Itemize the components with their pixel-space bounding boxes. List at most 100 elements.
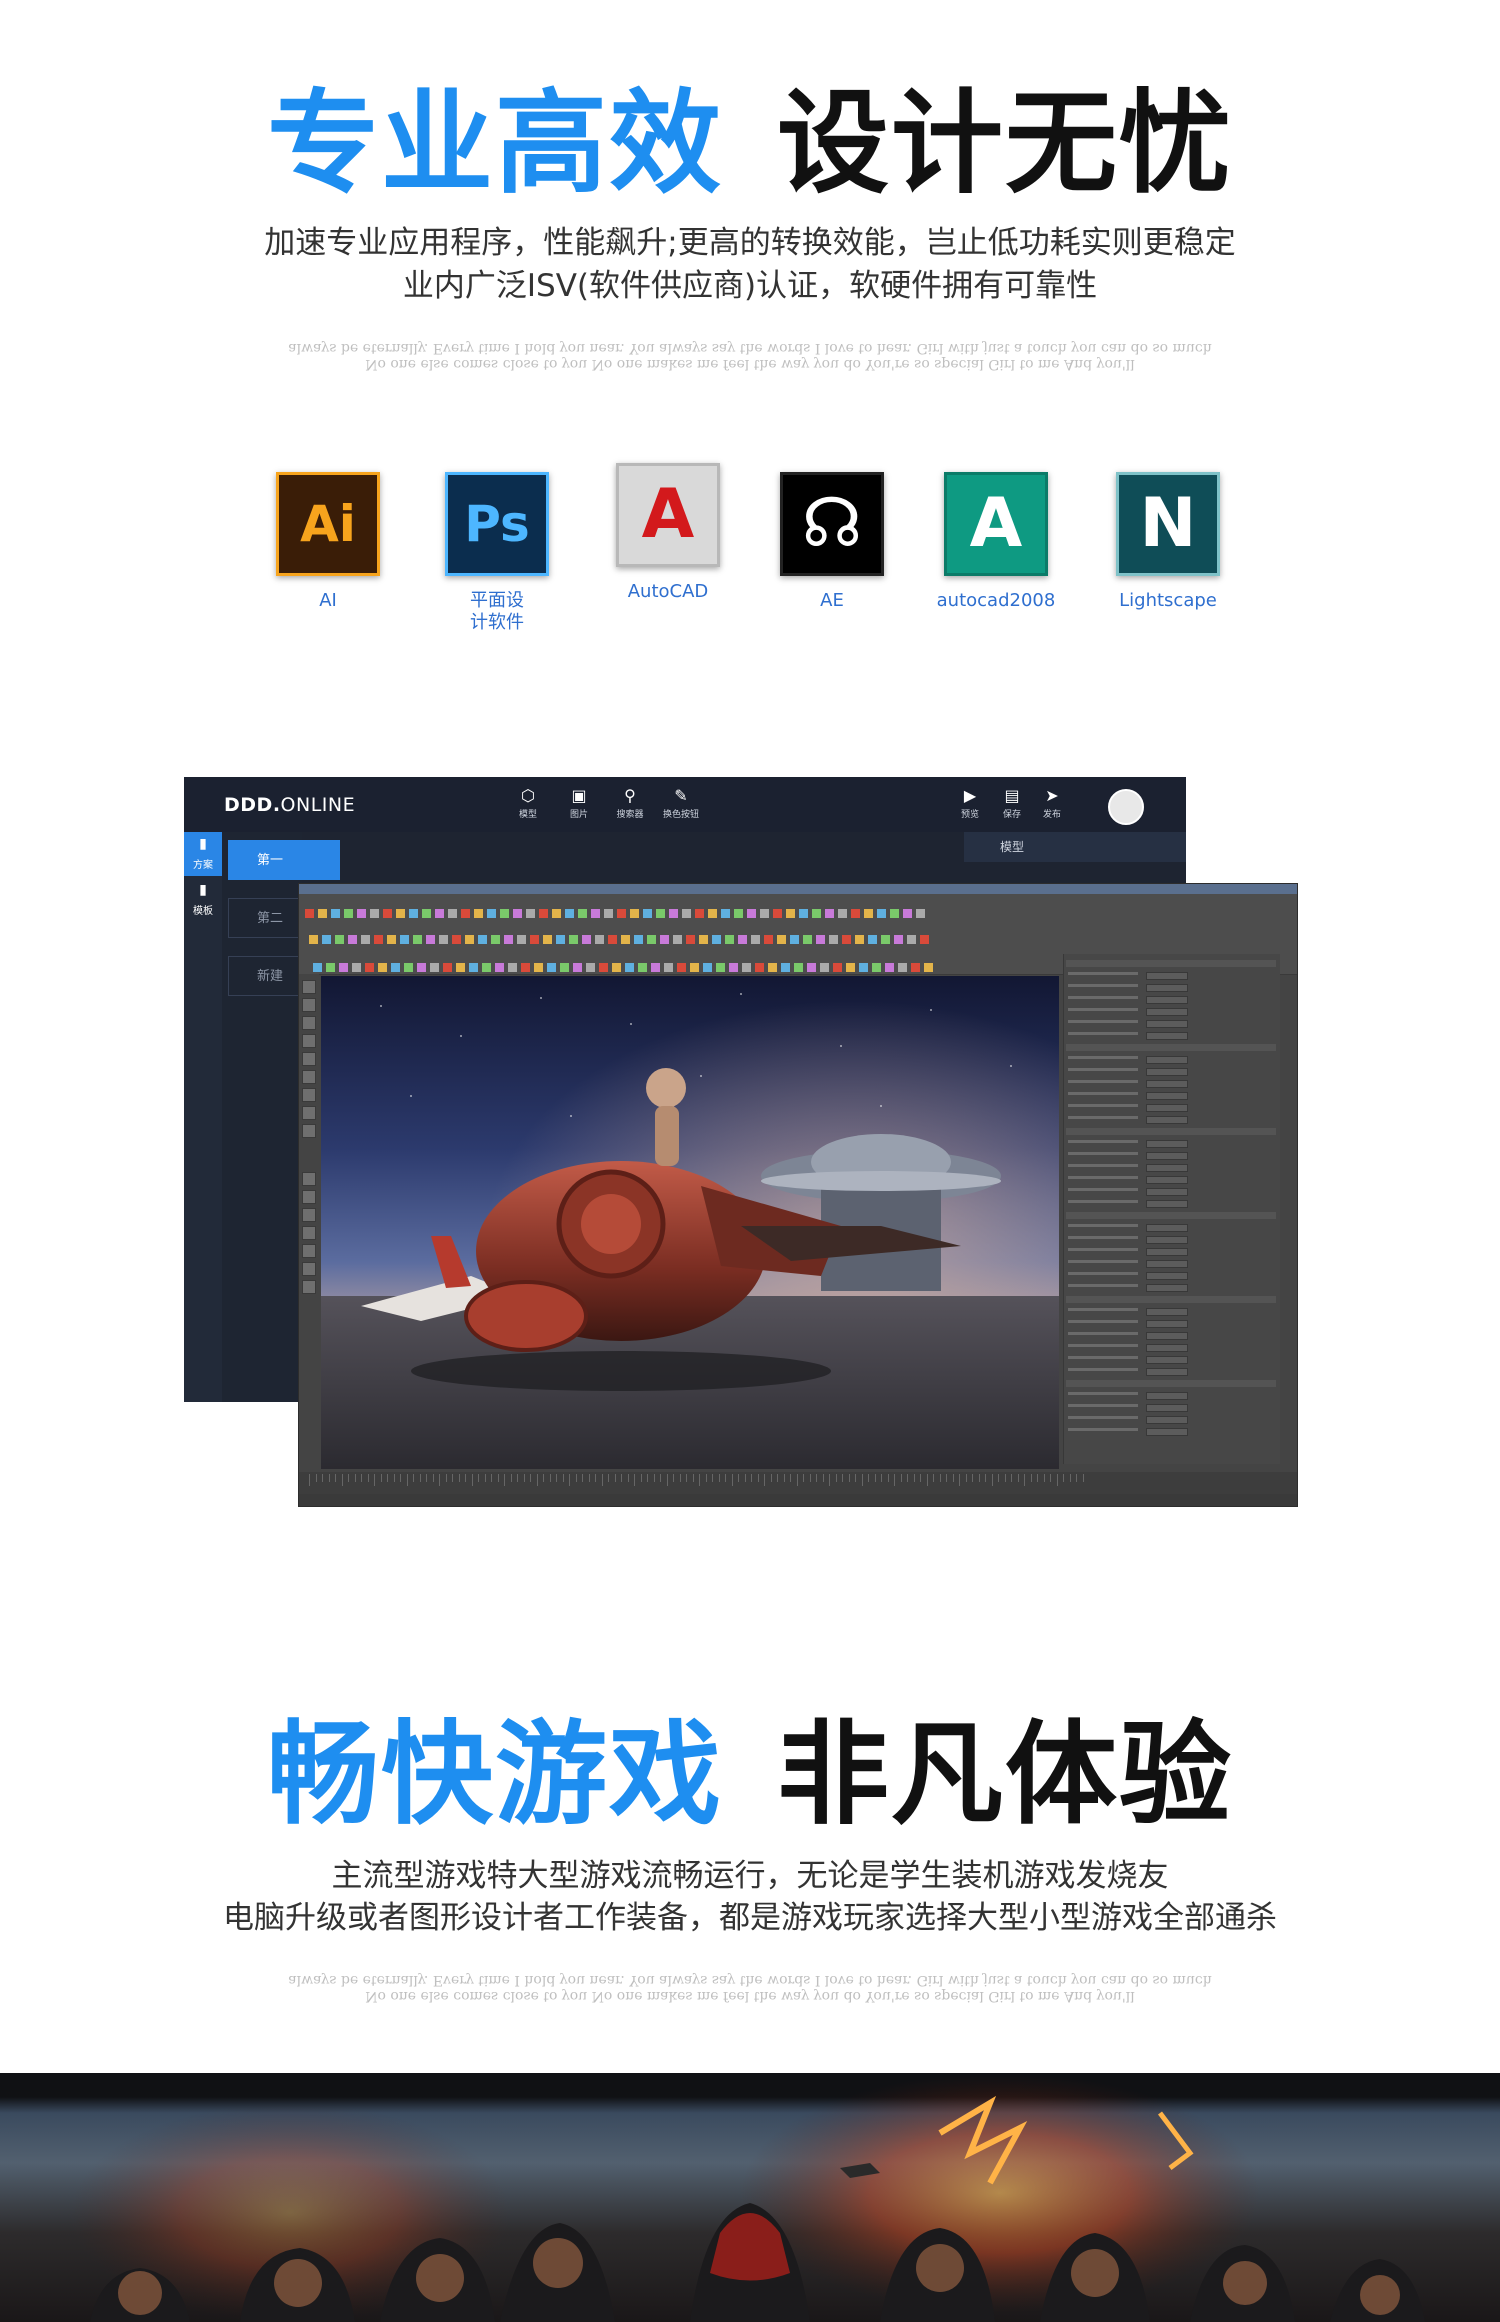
shelf-tool-icon[interactable] [339,963,348,972]
toolbox-tool-icon[interactable] [302,1280,316,1294]
shelf-tool-icon[interactable] [747,909,756,918]
toolbox-tool-icon[interactable] [302,1070,316,1084]
attribute-row[interactable] [1068,1056,1274,1064]
shelf-tool-icon[interactable] [742,963,751,972]
attribute-row[interactable] [1068,1308,1274,1316]
shelf-tool-icon[interactable] [608,935,617,944]
shelf-tool-icon[interactable] [560,963,569,972]
toolbox-tool-icon[interactable] [302,1034,316,1048]
maya-timeline[interactable] [299,1472,1297,1494]
model-button[interactable]: ⬡ 模型 [506,785,550,820]
shelf-tool-icon[interactable] [478,935,487,944]
shelf-tool-icon[interactable] [573,963,582,972]
shelf-tool-icon[interactable] [508,963,517,972]
shelf-tool-icon[interactable] [430,963,439,972]
toolbox-tool-icon[interactable] [302,1172,316,1186]
shelf-tool-icon[interactable] [777,935,786,944]
toolbox-tool-icon[interactable] [302,1208,316,1222]
shelf-tool-icon[interactable] [435,909,444,918]
shelf-tool-icon[interactable] [703,963,712,972]
shelf-tool-icon[interactable] [534,963,543,972]
shelf-tool-icon[interactable] [794,963,803,972]
shelf-tool-icon[interactable] [469,963,478,972]
attribute-section-header[interactable] [1066,1296,1276,1303]
shelf-tool-icon[interactable] [842,935,851,944]
shelf-tool-icon[interactable] [448,909,457,918]
shelf-tool-icon[interactable] [677,963,686,972]
shelf-tool-icon[interactable] [313,963,322,972]
attribute-row[interactable] [1068,1176,1274,1184]
shelf-tool-icon[interactable] [491,935,500,944]
shelf-tool-icon[interactable] [617,909,626,918]
shelf-tool-icon[interactable] [305,909,314,918]
toolbox-tool-icon[interactable] [302,1262,316,1276]
shelf-tool-icon[interactable] [482,963,491,972]
attribute-row[interactable] [1068,1032,1274,1040]
toolbox-tool-icon[interactable] [302,1106,316,1120]
attribute-row[interactable] [1068,1092,1274,1100]
shelf-tool-icon[interactable] [851,909,860,918]
shelf-tool-icon[interactable] [318,909,327,918]
shelf-tool-icon[interactable] [634,935,643,944]
shelf-tool-icon[interactable] [924,963,933,972]
shelf-tool-icon[interactable] [894,935,903,944]
maya-range-slider[interactable] [299,1494,1297,1506]
attribute-section-header[interactable] [1066,1380,1276,1387]
attribute-row[interactable] [1068,1164,1274,1172]
attribute-row[interactable] [1068,1068,1274,1076]
shelf-tool-icon[interactable] [599,963,608,972]
color-button[interactable]: ✎ 换色按钮 [659,785,703,820]
shelf-tool-icon[interactable] [565,909,574,918]
attribute-row[interactable] [1068,1416,1274,1424]
shelf-tool-icon[interactable] [409,909,418,918]
shelf-tool-icon[interactable] [413,935,422,944]
shelf-tool-icon[interactable] [547,963,556,972]
shelf-tool-icon[interactable] [825,909,834,918]
shelf-tool-icon[interactable] [846,963,855,972]
shelf-tool-icon[interactable] [838,909,847,918]
shelf-tool-icon[interactable] [495,963,504,972]
shelf-tool-icon[interactable] [673,935,682,944]
shelf-tool-icon[interactable] [898,963,907,972]
toolbox-tool-icon[interactable] [302,1052,316,1066]
attribute-row[interactable] [1068,1248,1274,1256]
attribute-section-header[interactable] [1066,1044,1276,1051]
attribute-row[interactable] [1068,1236,1274,1244]
shelf-tool-icon[interactable] [586,963,595,972]
shelf-tool-icon[interactable] [439,935,448,944]
rail-scheme-button[interactable]: ▮ 方案 [184,832,222,876]
shelf-tool-icon[interactable] [651,963,660,972]
shelf-tool-icon[interactable] [903,909,912,918]
shelf-tool-icon[interactable] [352,963,361,972]
attribute-row[interactable] [1068,1272,1274,1280]
shelf-tool-icon[interactable] [357,909,366,918]
shelf-tool-icon[interactable] [885,963,894,972]
attribute-row[interactable] [1068,1008,1274,1016]
shelf-tool-icon[interactable] [526,909,535,918]
attribute-row[interactable] [1068,1020,1274,1028]
attribute-row[interactable] [1068,996,1274,1004]
shelf-tool-icon[interactable] [907,935,916,944]
toolbox-tool-icon[interactable] [302,1088,316,1102]
shelf-tool-icon[interactable] [552,909,561,918]
attribute-row[interactable] [1068,1428,1274,1436]
shelf-tool-icon[interactable] [344,909,353,918]
attribute-row[interactable] [1068,1404,1274,1412]
shelf-tool-icon[interactable] [920,935,929,944]
shelf-tool-icon[interactable] [621,935,630,944]
shelf-tool-icon[interactable] [773,909,782,918]
shelf-tool-icon[interactable] [370,909,379,918]
shelf-tool-icon[interactable] [820,963,829,972]
shelf-tool-icon[interactable] [890,909,899,918]
save-button[interactable]: ▤ 保存 [990,785,1034,820]
shelf-tool-icon[interactable] [881,935,890,944]
shelf-tool-icon[interactable] [699,935,708,944]
toolbox-tool-icon[interactable] [302,1190,316,1204]
image-button[interactable]: ▣ 图片 [557,785,601,820]
publish-button[interactable]: ➤ 发布 [1030,785,1074,820]
attribute-row[interactable] [1068,1368,1274,1376]
attribute-row[interactable] [1068,1320,1274,1328]
attribute-section-header[interactable] [1066,1128,1276,1135]
attribute-row[interactable] [1068,984,1274,992]
attribute-row[interactable] [1068,1188,1274,1196]
